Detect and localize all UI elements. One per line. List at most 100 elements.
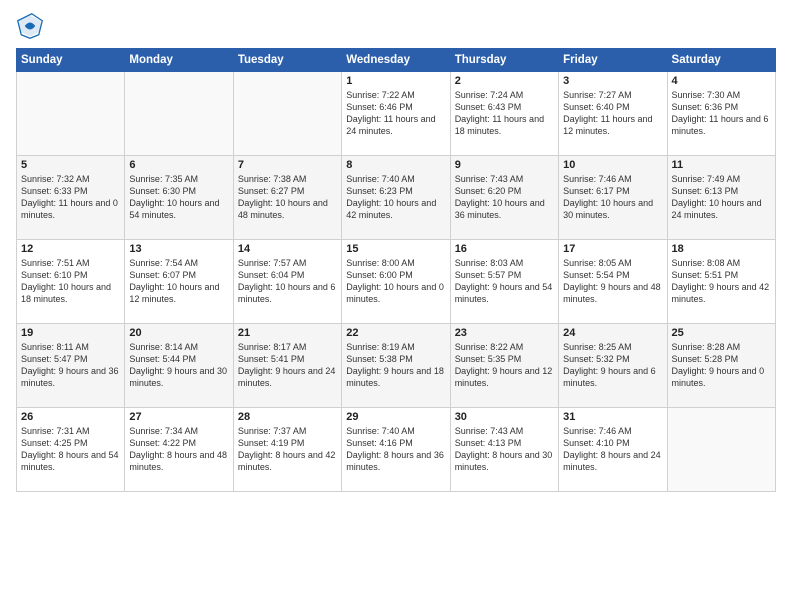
calendar-cell: 2 Sunrise: 7:24 AM Sunset: 6:43 PM Daylig… <box>450 72 558 156</box>
calendar-cell: 26Sunrise: 7:31 AM Sunset: 4:25 PM Dayli… <box>17 408 125 492</box>
day-number: 29 <box>346 411 445 423</box>
day-number: 23 <box>455 327 554 339</box>
day-number: 15 <box>346 243 445 255</box>
calendar-cell: 30Sunrise: 7:43 AM Sunset: 4:13 PM Dayli… <box>450 408 558 492</box>
calendar-week-5: 26Sunrise: 7:31 AM Sunset: 4:25 PM Dayli… <box>17 408 776 492</box>
day-number: 21 <box>238 327 337 339</box>
day-number: 28 <box>238 411 337 423</box>
day-number: 14 <box>238 243 337 255</box>
day-info: Sunrise: 7:46 AM Sunset: 6:17 PM Dayligh… <box>563 173 662 222</box>
day-number: 4 <box>672 75 771 87</box>
day-number: 22 <box>346 327 445 339</box>
day-number: 24 <box>563 327 662 339</box>
day-info: Sunrise: 7:49 AM Sunset: 6:13 PM Dayligh… <box>672 173 771 222</box>
calendar: SundayMondayTuesdayWednesdayThursdayFrid… <box>16 48 776 492</box>
calendar-cell: 7 Sunrise: 7:38 AM Sunset: 6:27 PM Daylig… <box>233 156 341 240</box>
day-number: 17 <box>563 243 662 255</box>
calendar-cell <box>667 408 775 492</box>
logo <box>16 12 48 40</box>
calendar-cell <box>17 72 125 156</box>
day-info: Sunrise: 7:37 AM Sunset: 4:19 PM Dayligh… <box>238 425 337 474</box>
day-number: 27 <box>129 411 228 423</box>
day-info: Sunrise: 7:51 AM Sunset: 6:10 PM Dayligh… <box>21 257 120 306</box>
day-info: Sunrise: 7:27 AM Sunset: 6:40 PM Dayligh… <box>563 89 662 138</box>
day-number: 19 <box>21 327 120 339</box>
day-info: Sunrise: 7:35 AM Sunset: 6:30 PM Dayligh… <box>129 173 228 222</box>
day-number: 30 <box>455 411 554 423</box>
day-number: 6 <box>129 159 228 171</box>
day-info: Sunrise: 7:40 AM Sunset: 6:23 PM Dayligh… <box>346 173 445 222</box>
calendar-cell: 8 Sunrise: 7:40 AM Sunset: 6:23 PM Daylig… <box>342 156 450 240</box>
calendar-cell: 13 Sunrise: 7:54 AM Sunset: 6:07 PM Dayli… <box>125 240 233 324</box>
calendar-cell: 9 Sunrise: 7:43 AM Sunset: 6:20 PM Daylig… <box>450 156 558 240</box>
day-info: Sunrise: 7:22 AM Sunset: 6:46 PM Dayligh… <box>346 89 445 138</box>
calendar-week-1: 1 Sunrise: 7:22 AM Sunset: 6:46 PM Daylig… <box>17 72 776 156</box>
day-info: Sunrise: 7:24 AM Sunset: 6:43 PM Dayligh… <box>455 89 554 138</box>
day-info: Sunrise: 8:28 AM Sunset: 5:28 PM Dayligh… <box>672 341 771 390</box>
day-info: Sunrise: 8:22 AM Sunset: 5:35 PM Dayligh… <box>455 341 554 390</box>
day-info: Sunrise: 7:54 AM Sunset: 6:07 PM Dayligh… <box>129 257 228 306</box>
header <box>16 12 776 40</box>
day-number: 2 <box>455 75 554 87</box>
day-number: 1 <box>346 75 445 87</box>
calendar-cell: 12 Sunrise: 7:51 AM Sunset: 6:10 PM Dayli… <box>17 240 125 324</box>
calendar-cell: 23 Sunrise: 8:22 AM Sunset: 5:35 PM Dayli… <box>450 324 558 408</box>
calendar-cell: 3 Sunrise: 7:27 AM Sunset: 6:40 PM Daylig… <box>559 72 667 156</box>
calendar-header-monday: Monday <box>125 49 233 72</box>
day-number: 9 <box>455 159 554 171</box>
calendar-cell: 15 Sunrise: 8:00 AM Sunset: 6:00 PM Dayli… <box>342 240 450 324</box>
day-info: Sunrise: 7:30 AM Sunset: 6:36 PM Dayligh… <box>672 89 771 138</box>
calendar-cell: 6 Sunrise: 7:35 AM Sunset: 6:30 PM Daylig… <box>125 156 233 240</box>
day-info: Sunrise: 8:14 AM Sunset: 5:44 PM Dayligh… <box>129 341 228 390</box>
day-number: 8 <box>346 159 445 171</box>
day-number: 16 <box>455 243 554 255</box>
day-info: Sunrise: 7:38 AM Sunset: 6:27 PM Dayligh… <box>238 173 337 222</box>
day-number: 18 <box>672 243 771 255</box>
day-info: Sunrise: 7:32 AM Sunset: 6:33 PM Dayligh… <box>21 173 120 222</box>
calendar-cell: 22 Sunrise: 8:19 AM Sunset: 5:38 PM Dayli… <box>342 324 450 408</box>
day-info: Sunrise: 7:43 AM Sunset: 6:20 PM Dayligh… <box>455 173 554 222</box>
day-number: 26 <box>21 411 120 423</box>
calendar-header-wednesday: Wednesday <box>342 49 450 72</box>
day-info: Sunrise: 8:00 AM Sunset: 6:00 PM Dayligh… <box>346 257 445 306</box>
calendar-cell: 1 Sunrise: 7:22 AM Sunset: 6:46 PM Daylig… <box>342 72 450 156</box>
calendar-cell: 31 Sunrise: 7:46 AM Sunset: 4:10 PM Dayli… <box>559 408 667 492</box>
calendar-cell: 17 Sunrise: 8:05 AM Sunset: 5:54 PM Dayli… <box>559 240 667 324</box>
day-number: 10 <box>563 159 662 171</box>
day-number: 5 <box>21 159 120 171</box>
calendar-cell: 5 Sunrise: 7:32 AM Sunset: 6:33 PM Daylig… <box>17 156 125 240</box>
day-info: Sunrise: 7:46 AM Sunset: 4:10 PM Dayligh… <box>563 425 662 474</box>
calendar-cell: 27Sunrise: 7:34 AM Sunset: 4:22 PM Dayli… <box>125 408 233 492</box>
day-number: 20 <box>129 327 228 339</box>
calendar-cell: 19 Sunrise: 8:11 AM Sunset: 5:47 PM Dayli… <box>17 324 125 408</box>
calendar-cell <box>125 72 233 156</box>
day-number: 7 <box>238 159 337 171</box>
day-info: Sunrise: 8:11 AM Sunset: 5:47 PM Dayligh… <box>21 341 120 390</box>
calendar-header-saturday: Saturday <box>667 49 775 72</box>
calendar-cell: 21 Sunrise: 8:17 AM Sunset: 5:41 PM Dayli… <box>233 324 341 408</box>
day-info: Sunrise: 8:05 AM Sunset: 5:54 PM Dayligh… <box>563 257 662 306</box>
calendar-week-2: 5 Sunrise: 7:32 AM Sunset: 6:33 PM Daylig… <box>17 156 776 240</box>
day-info: Sunrise: 8:03 AM Sunset: 5:57 PM Dayligh… <box>455 257 554 306</box>
calendar-cell: 10 Sunrise: 7:46 AM Sunset: 6:17 PM Dayli… <box>559 156 667 240</box>
day-number: 11 <box>672 159 771 171</box>
day-info: Sunrise: 8:25 AM Sunset: 5:32 PM Dayligh… <box>563 341 662 390</box>
calendar-cell: 11 Sunrise: 7:49 AM Sunset: 6:13 PM Dayli… <box>667 156 775 240</box>
calendar-week-3: 12 Sunrise: 7:51 AM Sunset: 6:10 PM Dayli… <box>17 240 776 324</box>
calendar-cell: 29 Sunrise: 7:40 AM Sunset: 4:16 PM Dayli… <box>342 408 450 492</box>
calendar-header-row: SundayMondayTuesdayWednesdayThursdayFrid… <box>17 49 776 72</box>
day-info: Sunrise: 8:17 AM Sunset: 5:41 PM Dayligh… <box>238 341 337 390</box>
calendar-cell <box>233 72 341 156</box>
day-number: 31 <box>563 411 662 423</box>
day-number: 12 <box>21 243 120 255</box>
calendar-cell: 16 Sunrise: 8:03 AM Sunset: 5:57 PM Dayli… <box>450 240 558 324</box>
page: SundayMondayTuesdayWednesdayThursdayFrid… <box>0 0 792 612</box>
day-info: Sunrise: 7:40 AM Sunset: 4:16 PM Dayligh… <box>346 425 445 474</box>
day-info: Sunrise: 8:19 AM Sunset: 5:38 PM Dayligh… <box>346 341 445 390</box>
calendar-header-sunday: Sunday <box>17 49 125 72</box>
day-number: 13 <box>129 243 228 255</box>
calendar-cell: 20 Sunrise: 8:14 AM Sunset: 5:44 PM Dayli… <box>125 324 233 408</box>
calendar-cell: 14Sunrise: 7:57 AM Sunset: 6:04 PM Dayli… <box>233 240 341 324</box>
day-number: 3 <box>563 75 662 87</box>
calendar-header-tuesday: Tuesday <box>233 49 341 72</box>
